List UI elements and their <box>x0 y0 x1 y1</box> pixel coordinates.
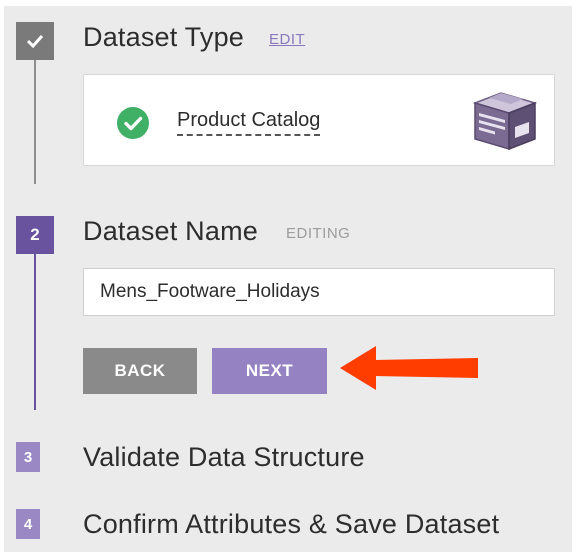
step-1-connector <box>34 60 36 184</box>
step-1-badge <box>16 22 54 60</box>
step-4-badge: 4 <box>16 509 40 539</box>
back-button[interactable]: BACK <box>83 348 197 394</box>
product-catalog-label[interactable]: Product Catalog <box>177 109 321 136</box>
check-circle-icon <box>117 107 149 139</box>
annotation-arrow-icon <box>340 346 478 390</box>
dataset-name-input[interactable] <box>83 268 555 316</box>
step-4-title: Confirm Attributes & Save Dataset <box>83 509 500 539</box>
step-2-connector <box>34 254 36 410</box>
edit-link[interactable]: EDIT <box>269 31 305 48</box>
step-2-badge: 2 <box>16 216 54 254</box>
editing-status: EDITING <box>286 225 351 242</box>
checkmark-icon <box>26 34 44 48</box>
dataset-type-card[interactable]: Product Catalog <box>83 74 555 166</box>
step-2-title: Dataset Name <box>83 216 258 246</box>
step-3-title: Validate Data Structure <box>83 442 365 472</box>
box-icon <box>472 92 538 151</box>
dataset-wizard: Dataset Type EDIT Product Catalog 2 Data… <box>4 6 572 552</box>
next-button[interactable]: NEXT <box>212 348 327 394</box>
step-3-badge: 3 <box>16 442 40 472</box>
step-1-title: Dataset Type <box>83 22 244 52</box>
